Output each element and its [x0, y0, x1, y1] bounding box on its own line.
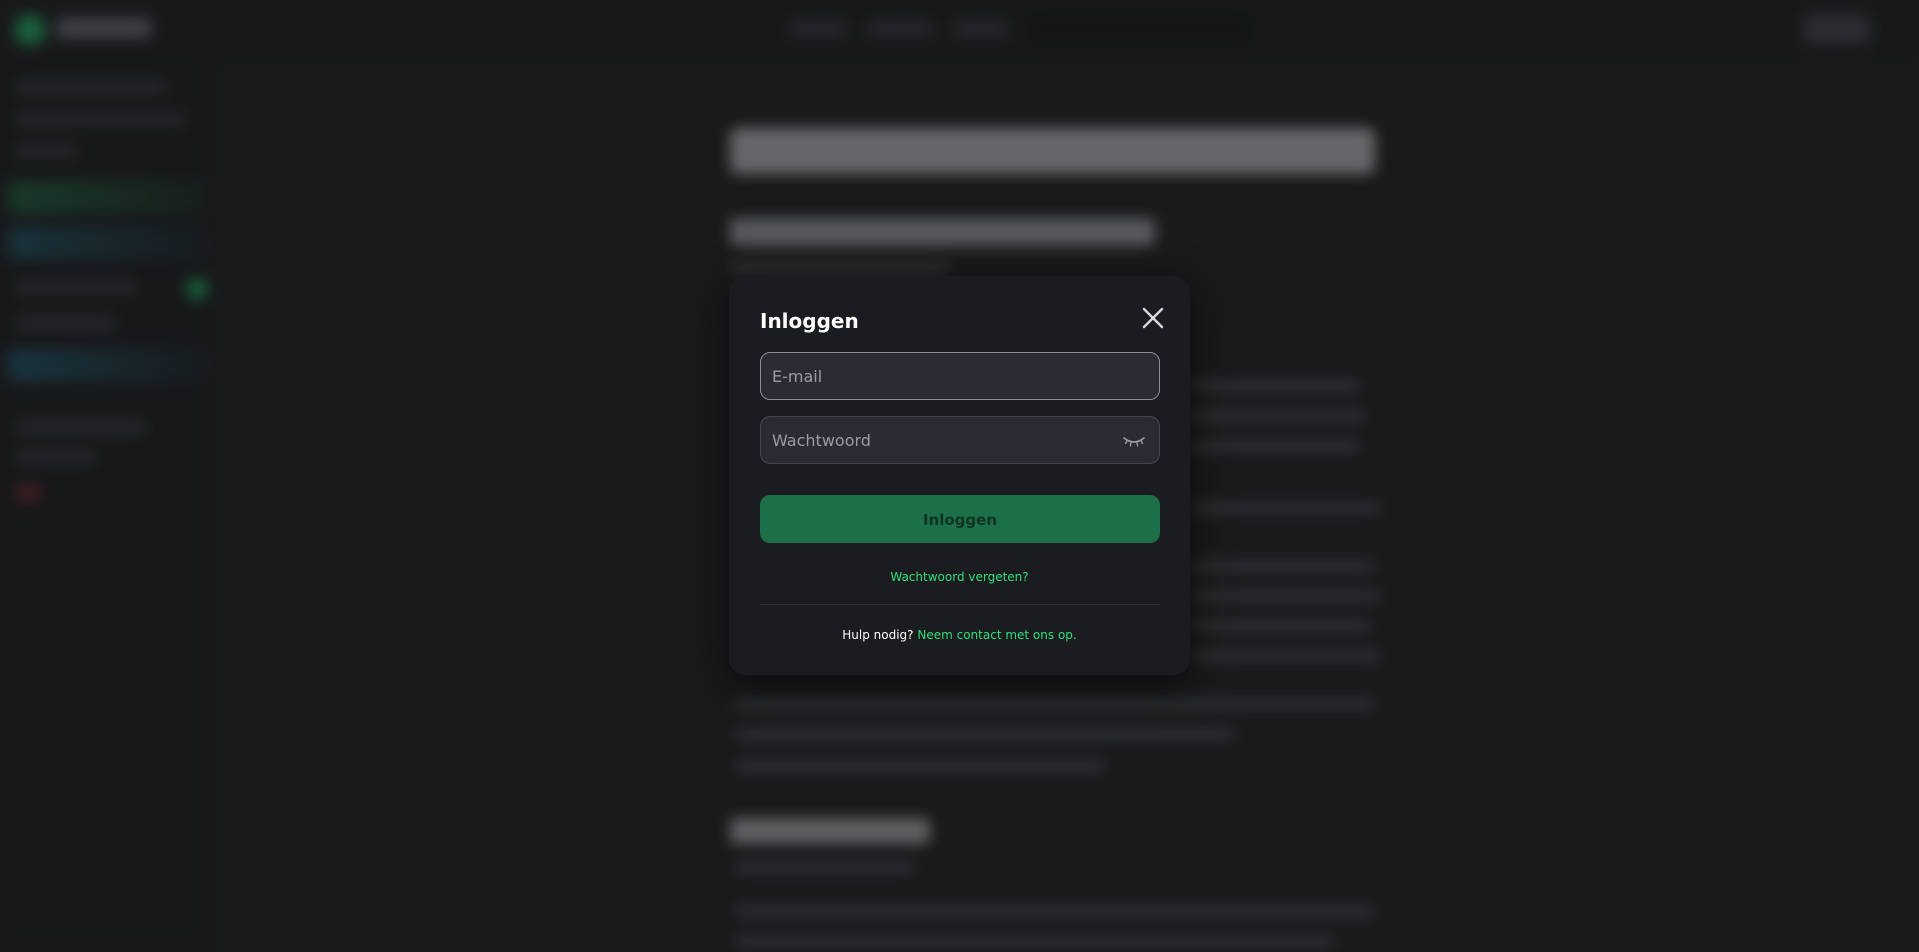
contact-link[interactable]: Neem contact met ons op.	[917, 628, 1076, 642]
email-input[interactable]	[761, 353, 1159, 399]
divider	[760, 604, 1160, 605]
help-text: Hulp nodig?	[842, 628, 914, 642]
email-field	[760, 352, 1160, 400]
eye-closed-icon	[1123, 437, 1145, 447]
help-row: Hulp nodig? Neem contact met ons op.	[729, 628, 1190, 642]
close-icon	[1142, 307, 1164, 329]
password-field	[760, 416, 1160, 464]
password-input[interactable]	[761, 417, 1159, 463]
login-button[interactable]: Inloggen	[760, 495, 1160, 543]
login-modal: Inloggen Inloggen Wachtwoord vergeten? H…	[729, 276, 1190, 675]
forgot-password-row: Wachtwoord vergeten?	[729, 570, 1190, 584]
password-visibility-toggle[interactable]	[1121, 431, 1147, 451]
modal-title: Inloggen	[760, 309, 859, 333]
forgot-password-link[interactable]: Wachtwoord vergeten?	[890, 570, 1028, 584]
close-button[interactable]	[1137, 302, 1169, 334]
